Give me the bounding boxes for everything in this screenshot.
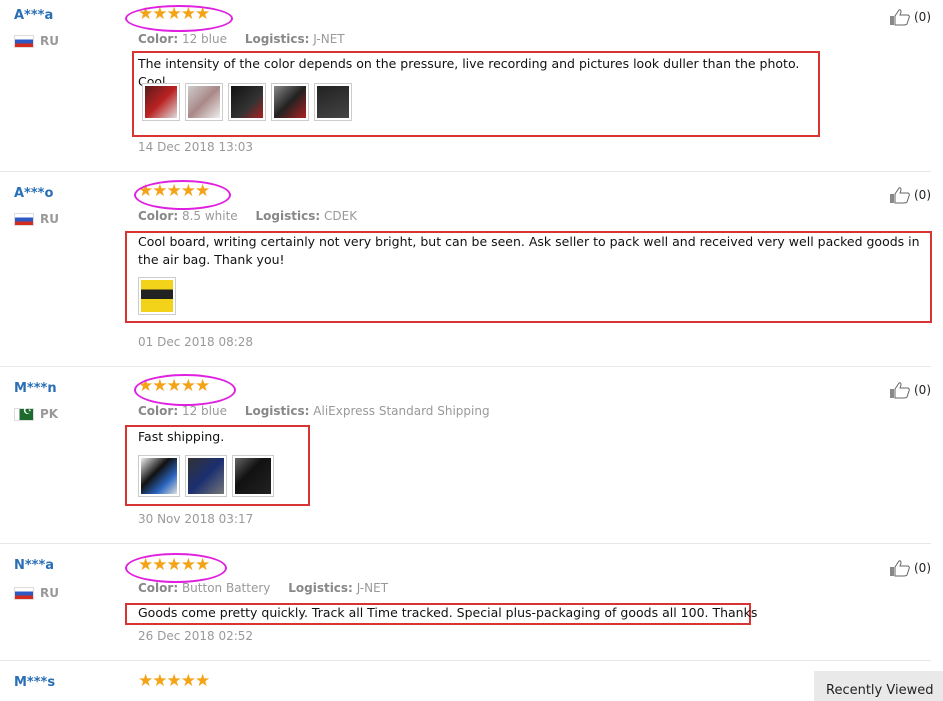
review-photo[interactable]: [232, 455, 274, 497]
color-label: Color:: [138, 32, 179, 46]
like-count: (0): [914, 383, 931, 397]
logistics-value: AliExpress Standard Shipping: [313, 404, 490, 418]
review-photo[interactable]: [138, 277, 176, 315]
review-text: Fast shipping.: [138, 429, 225, 444]
review-text: Goods come pretty quickly. Track all Tim…: [138, 605, 758, 620]
color-label: Color:: [138, 581, 179, 595]
star-rating: ★★★★★: [138, 555, 210, 575]
flag-ru-icon: [14, 586, 34, 600]
logistics-label: Logistics:: [244, 32, 310, 46]
thumbs-up-icon: [890, 9, 910, 26]
reviewer-name[interactable]: M***s: [14, 675, 55, 690]
flag-ru-icon: [14, 212, 34, 226]
recently-viewed-button[interactable]: Recently Viewed: [814, 671, 943, 701]
star-rating: ★★★★★: [138, 671, 210, 691]
color-label: Color:: [138, 209, 179, 223]
flag-ru-icon: [14, 34, 34, 48]
like-button[interactable]: (0): [889, 8, 931, 26]
color-value: 12 blue: [181, 404, 227, 418]
flag-pk-icon: [14, 406, 34, 421]
reviewer-name[interactable]: M***n: [14, 381, 57, 396]
like-button[interactable]: (0): [889, 381, 931, 399]
review-photo[interactable]: [185, 455, 227, 497]
star-rating: ★★★★★: [138, 4, 210, 24]
logistics-label: Logistics:: [244, 404, 310, 418]
like-count: (0): [914, 10, 931, 24]
review-date: 01 Dec 2018 08:28: [138, 335, 254, 349]
color-value: 8.5 white: [181, 209, 238, 223]
like-button[interactable]: (0): [889, 559, 931, 577]
star-rating: ★★★★★: [138, 181, 210, 201]
review-item: M***s ★★★★★: [0, 661, 931, 701]
review-item: N***a RU ★★★★★ Color: Button Battery Log…: [0, 544, 931, 661]
reviewer-country: PK: [14, 406, 59, 421]
reviewer-name[interactable]: N***a: [14, 558, 54, 573]
review-photo[interactable]: [314, 83, 352, 121]
logistics-value: CDEK: [324, 209, 358, 223]
review-photos: [138, 455, 274, 497]
review-photo[interactable]: [228, 83, 266, 121]
review-photos: [138, 277, 176, 315]
thumbs-up-icon: [890, 560, 910, 577]
review-photos: [142, 83, 352, 121]
review-photo[interactable]: [271, 83, 309, 121]
review-props: Color: 8.5 white Logistics: CDEK: [138, 209, 357, 223]
review-date: 30 Nov 2018 03:17: [138, 512, 254, 526]
review-item: M***n PK ★★★★★ Color: 12 blue Logistics:…: [0, 367, 931, 544]
logistics-label: Logistics:: [288, 581, 353, 595]
review-photo[interactable]: [138, 455, 180, 497]
review-photo[interactable]: [142, 83, 180, 121]
review-date: 14 Dec 2018 13:03: [138, 140, 254, 154]
thumbs-up-icon: [890, 187, 910, 204]
reviewer-country: RU: [14, 586, 59, 600]
logistics-value: J-NET: [356, 581, 389, 595]
star-rating: ★★★★★: [138, 376, 210, 396]
reviewer-name[interactable]: A***o: [14, 186, 53, 201]
reviewer-name[interactable]: A***a: [14, 8, 53, 23]
reviewer-country: RU: [14, 212, 59, 226]
country-code: RU: [40, 34, 59, 48]
color-label: Color:: [138, 404, 179, 418]
review-text: Cool board, writing certainly not very b…: [138, 234, 920, 267]
review-props: Color: Button Battery Logistics: J-NET: [138, 581, 388, 595]
review-props: Color: 12 blue Logistics: J-NET: [138, 32, 345, 46]
like-count: (0): [914, 561, 931, 575]
review-item: A***a RU ★★★★★ Color: 12 blue Logistics:…: [0, 0, 931, 172]
country-code: RU: [40, 586, 59, 600]
thumbs-up-icon: [890, 382, 910, 399]
review-photo[interactable]: [185, 83, 223, 121]
review-props: Color: 12 blue Logistics: AliExpress Sta…: [138, 404, 490, 418]
like-count: (0): [914, 188, 931, 202]
country-code: RU: [40, 212, 59, 226]
review-item: A***o RU ★★★★★ Color: 8.5 white Logistic…: [0, 172, 932, 367]
color-value: 12 blue: [181, 32, 227, 46]
reviewer-country: RU: [14, 34, 59, 48]
color-value: Button Battery: [181, 581, 271, 595]
logistics-value: J-NET: [313, 32, 345, 46]
logistics-label: Logistics:: [255, 209, 321, 223]
country-code: PK: [40, 407, 59, 421]
review-date: 26 Dec 2018 02:52: [138, 629, 254, 643]
like-button[interactable]: (0): [889, 186, 931, 204]
